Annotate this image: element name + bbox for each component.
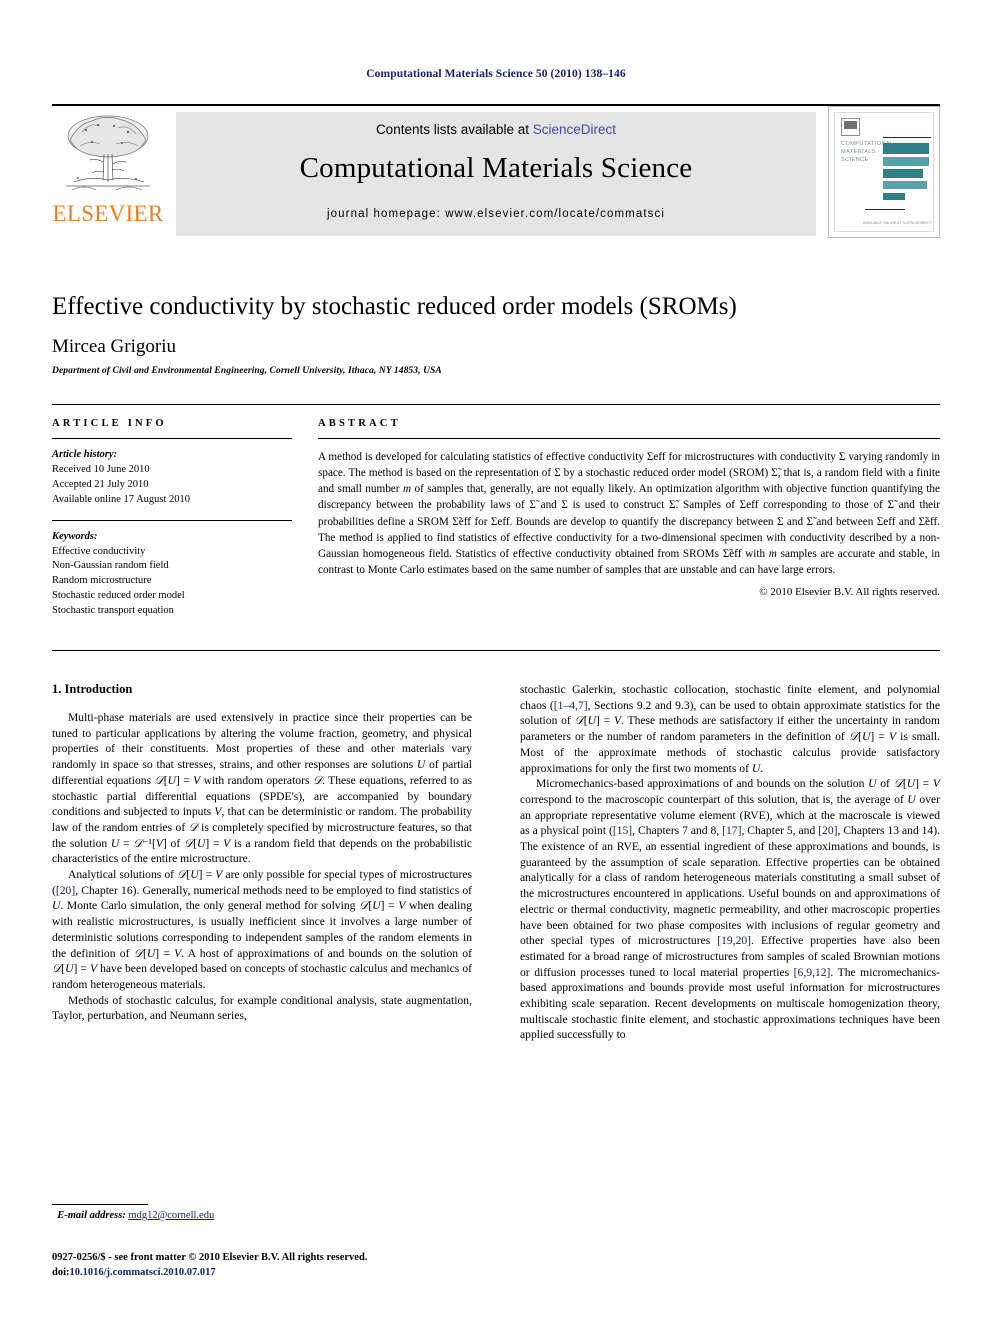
paper-page: Computational Materials Science 50 (2010… bbox=[0, 0, 992, 1323]
cover-graphic-5 bbox=[883, 193, 905, 200]
article-info-heading: ARTICLE INFO bbox=[52, 418, 167, 429]
footnote-email: E-mail address: mdg12@cornell.edu bbox=[52, 1210, 472, 1221]
journal-title: Computational Materials Science bbox=[299, 152, 693, 184]
issn-line: 0927-0256/$ - see front matter © 2010 El… bbox=[52, 1252, 368, 1263]
history-label: Article history: bbox=[52, 449, 118, 460]
cover-graphic-3 bbox=[883, 169, 923, 178]
paragraph: Micromechanics-based approximations of a… bbox=[520, 777, 941, 1042]
elsevier-tree-icon bbox=[66, 115, 150, 191]
keyword-item: Random microstructure bbox=[52, 575, 152, 587]
article-info-column: ARTICLE INFO Article history: Received 1… bbox=[52, 418, 292, 619]
journal-banner: Contents lists available at ScienceDirec… bbox=[176, 112, 816, 236]
abstract-text: A method is developed for calculating st… bbox=[318, 451, 940, 576]
cover-graphic-4 bbox=[883, 181, 927, 189]
cover-footer-text: AVAILABLE ONLINE AT SCIENCEDIRECT bbox=[863, 221, 932, 225]
info-divider-1 bbox=[52, 438, 292, 439]
cover-inner: COMPUTATIONAL MATERIALS SCIENCE AVAILABL… bbox=[834, 112, 934, 232]
cover-rule-bottom bbox=[865, 209, 905, 210]
doi-line: doi:10.1016/j.commatsci.2010.07.017 bbox=[52, 1265, 572, 1280]
journal-cover-thumbnail: COMPUTATIONAL MATERIALS SCIENCE AVAILABL… bbox=[828, 106, 940, 238]
doi-value[interactable]: 10.1016/j.commatsci.2010.07.017 bbox=[70, 1267, 216, 1278]
running-head: Computational Materials Science 50 (2010… bbox=[366, 68, 626, 80]
abstract-divider bbox=[318, 438, 940, 439]
sciencedirect-link[interactable]: ScienceDirect bbox=[533, 122, 616, 137]
info-divider-2 bbox=[52, 519, 292, 521]
article-history: Article history: Received 10 June 2010 A… bbox=[52, 448, 292, 508]
info-bottom-rule bbox=[52, 650, 940, 651]
cover-graphic-2 bbox=[883, 157, 929, 166]
body-column-right: stochastic Galerkin, stochastic collocat… bbox=[520, 682, 940, 1210]
cover-graphic-1 bbox=[883, 143, 929, 154]
issn-block: 0927-0256/$ - see front matter © 2010 El… bbox=[52, 1250, 572, 1280]
keyword-item: Stochastic transport equation bbox=[52, 605, 174, 617]
author-name: Mircea Grigoriu bbox=[52, 336, 176, 357]
elsevier-logo: ELSEVIER bbox=[52, 110, 164, 238]
page-title: Effective conductivity by stochastic red… bbox=[52, 293, 737, 320]
email-label: E-mail address: bbox=[57, 1210, 126, 1221]
author-affiliation: Department of Civil and Environmental En… bbox=[52, 366, 442, 376]
keywords-block: Keywords: Effective conductivity Non-Gau… bbox=[52, 530, 292, 619]
doi-label: doi: bbox=[52, 1267, 70, 1279]
contents-prefix: Contents lists available at bbox=[375, 122, 533, 137]
info-top-rule bbox=[52, 404, 940, 405]
keyword-item: Effective conductivity bbox=[52, 545, 146, 557]
body-column-left: 1. Introduction Multi-phase materials ar… bbox=[52, 682, 472, 1210]
abstract-copyright: © 2010 Elsevier B.V. All rights reserved… bbox=[759, 586, 940, 598]
section-heading-introduction: 1. Introduction bbox=[52, 682, 133, 696]
paragraph: Methods of stochastic calculus, for exam… bbox=[52, 993, 472, 1023]
contents-available-line: Contents lists available at ScienceDirec… bbox=[176, 122, 816, 137]
cover-badge-icon bbox=[841, 118, 860, 136]
footnote-rule bbox=[52, 1204, 148, 1205]
masthead: ELSEVIER Contents lists available at Sci… bbox=[52, 106, 940, 238]
keyword-item: Stochastic reduced order model bbox=[52, 590, 185, 602]
paragraph: stochastic Galerkin, stochastic collocat… bbox=[520, 683, 940, 775]
cover-rule-top bbox=[883, 137, 931, 138]
abstract-column: ABSTRACT A method is developed for calcu… bbox=[318, 418, 940, 598]
paragraph: Analytical solutions of 𝒟[U] = V are onl… bbox=[52, 868, 472, 991]
keyword-item: Non-Gaussian random field bbox=[52, 560, 169, 572]
paragraph: Multi-phase materials are used extensive… bbox=[52, 711, 473, 866]
elsevier-wordmark: ELSEVIER bbox=[52, 201, 164, 226]
keywords-label: Keywords: bbox=[52, 530, 98, 542]
cover-title-line3: SCIENCE bbox=[841, 157, 869, 163]
journal-homepage[interactable]: journal homepage: www.elsevier.com/locat… bbox=[176, 208, 816, 220]
abstract-heading: ABSTRACT bbox=[318, 418, 401, 429]
cover-title-line2: MATERIALS bbox=[841, 149, 876, 155]
history-accepted: Accepted 21 July 2010 bbox=[52, 478, 149, 490]
history-received: Received 10 June 2010 bbox=[52, 463, 150, 475]
email-link[interactable]: mdg12@cornell.edu bbox=[128, 1210, 214, 1221]
history-available: Available online 17 August 2010 bbox=[52, 493, 191, 505]
body-content: 1. Introduction Multi-phase materials ar… bbox=[52, 682, 940, 1210]
